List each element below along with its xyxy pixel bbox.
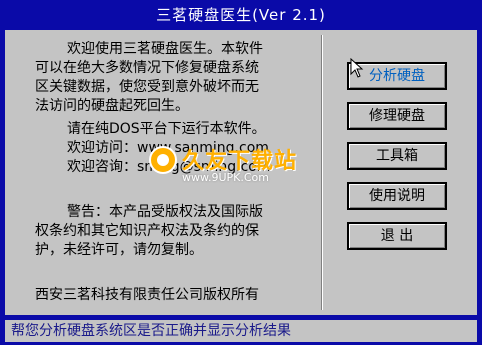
exit-button[interactable]: 退 出 <box>347 222 447 250</box>
warning-line: 权条约和其它知识产权法及条约的保 <box>35 223 259 239</box>
panel-divider <box>321 35 323 310</box>
intro-line: 区关键数据，使您受到意外破坏而无 <box>35 79 259 95</box>
intro-line: 欢迎使用三茗硬盘医生。本软件 <box>67 41 263 57</box>
intro-line: 请在纯DOS平台下运行本软件。 <box>67 121 266 137</box>
intro-line: 可以在绝大多数情况下修复硬盘系统 <box>35 60 259 76</box>
website-line: 欢迎访问：www.sanming.com <box>67 140 269 156</box>
window-title: 三茗硬盘医生(Ver 2.1) <box>156 6 326 24</box>
repair-disk-button[interactable]: 修理硬盘 <box>347 102 447 130</box>
contact-email-line: 欢迎咨询：sming@sming.com <box>67 159 271 175</box>
mouse-pointer-icon <box>350 58 364 78</box>
main-panel: 欢迎使用三茗硬盘医生。本软件 可以在绝大多数情况下修复硬盘系统 区关键数据，使您… <box>5 30 477 315</box>
intro-line: 法访问的硬盘起死回生。 <box>35 98 189 114</box>
info-text-area: 欢迎使用三茗硬盘医生。本软件 可以在绝大多数情况下修复硬盘系统 区关键数据，使您… <box>5 30 315 315</box>
window-title-bar: 三茗硬盘医生(Ver 2.1) <box>0 0 482 30</box>
copyright-text: 西安三茗科技有限责任公司版权所有 <box>35 287 259 303</box>
toolbox-button[interactable]: 工具箱 <box>347 142 447 170</box>
help-button[interactable]: 使用说明 <box>347 182 447 210</box>
status-text: 帮您分析硬盘系统区是否正确并显示分析结果 <box>11 323 291 339</box>
warning-line: 警告：本产品受版权法及国际版 <box>67 204 263 220</box>
status-bar: 帮您分析硬盘系统区是否正确并显示分析结果 <box>5 320 477 342</box>
warning-line: 护，未经许可，请勿复制。 <box>35 242 203 258</box>
